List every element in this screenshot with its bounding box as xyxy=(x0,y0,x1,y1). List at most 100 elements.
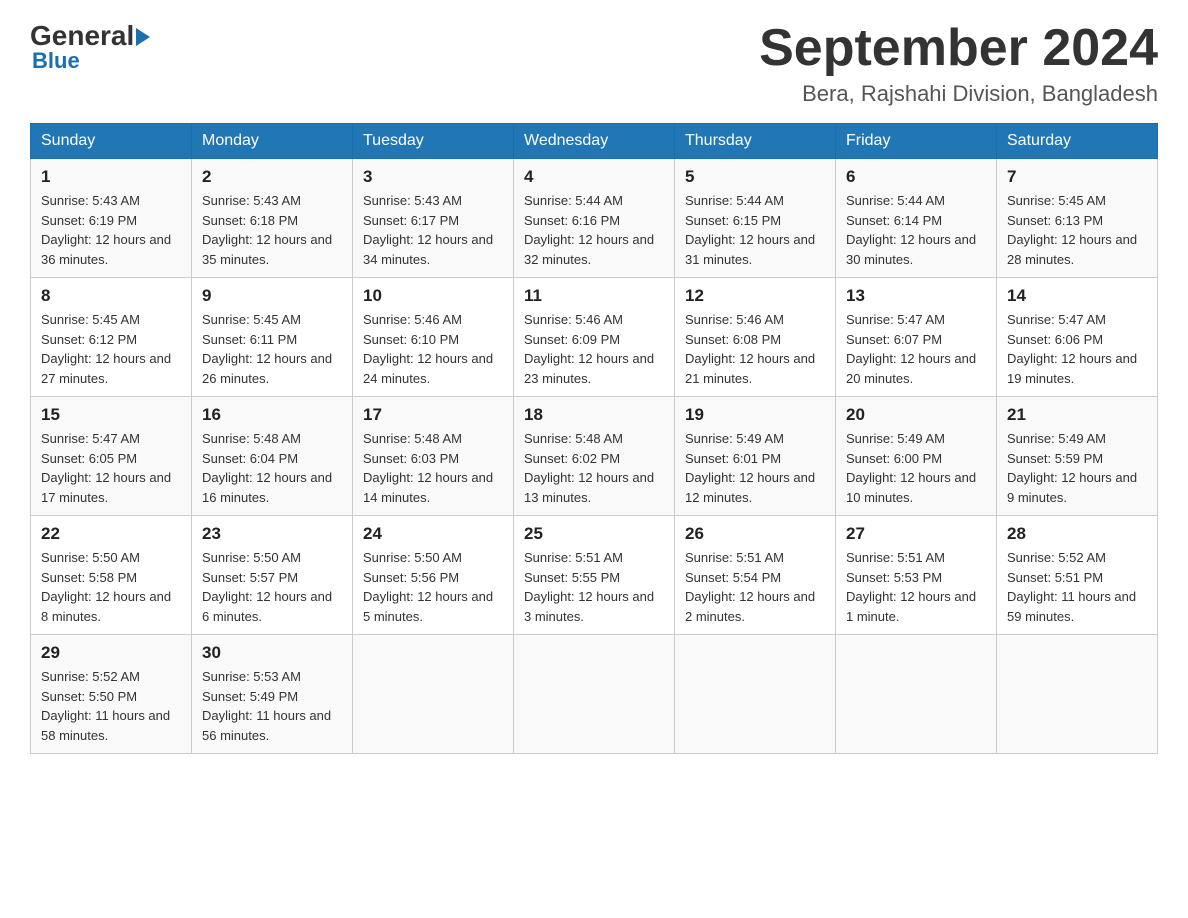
day-number: 7 xyxy=(1007,167,1147,187)
calendar-header-row: Sunday Monday Tuesday Wednesday Thursday… xyxy=(31,124,1158,159)
day-number: 13 xyxy=(846,286,986,306)
calendar-week-row: 1 Sunrise: 5:43 AMSunset: 6:19 PMDayligh… xyxy=(31,159,1158,278)
day-number: 1 xyxy=(41,167,181,187)
calendar-cell: 14 Sunrise: 5:47 AMSunset: 6:06 PMDaylig… xyxy=(997,278,1158,397)
day-number: 6 xyxy=(846,167,986,187)
calendar-cell: 3 Sunrise: 5:43 AMSunset: 6:17 PMDayligh… xyxy=(353,159,514,278)
calendar-cell xyxy=(514,635,675,754)
calendar-cell: 15 Sunrise: 5:47 AMSunset: 6:05 PMDaylig… xyxy=(31,397,192,516)
calendar-cell xyxy=(675,635,836,754)
day-info: Sunrise: 5:46 AMSunset: 6:08 PMDaylight:… xyxy=(685,310,825,388)
logo-triangle-icon xyxy=(136,28,150,46)
col-tuesday: Tuesday xyxy=(353,124,514,159)
calendar-week-row: 15 Sunrise: 5:47 AMSunset: 6:05 PMDaylig… xyxy=(31,397,1158,516)
day-info: Sunrise: 5:51 AMSunset: 5:54 PMDaylight:… xyxy=(685,548,825,626)
day-info: Sunrise: 5:50 AMSunset: 5:56 PMDaylight:… xyxy=(363,548,503,626)
title-section: September 2024 Bera, Rajshahi Division, … xyxy=(759,20,1158,107)
day-number: 24 xyxy=(363,524,503,544)
calendar-week-row: 8 Sunrise: 5:45 AMSunset: 6:12 PMDayligh… xyxy=(31,278,1158,397)
calendar-cell xyxy=(353,635,514,754)
day-info: Sunrise: 5:47 AMSunset: 6:05 PMDaylight:… xyxy=(41,429,181,507)
calendar-cell: 6 Sunrise: 5:44 AMSunset: 6:14 PMDayligh… xyxy=(836,159,997,278)
day-number: 5 xyxy=(685,167,825,187)
day-info: Sunrise: 5:51 AMSunset: 5:53 PMDaylight:… xyxy=(846,548,986,626)
calendar-cell: 9 Sunrise: 5:45 AMSunset: 6:11 PMDayligh… xyxy=(192,278,353,397)
calendar-cell xyxy=(836,635,997,754)
calendar-cell: 19 Sunrise: 5:49 AMSunset: 6:01 PMDaylig… xyxy=(675,397,836,516)
day-info: Sunrise: 5:45 AMSunset: 6:13 PMDaylight:… xyxy=(1007,191,1147,269)
day-info: Sunrise: 5:46 AMSunset: 6:10 PMDaylight:… xyxy=(363,310,503,388)
day-info: Sunrise: 5:48 AMSunset: 6:04 PMDaylight:… xyxy=(202,429,342,507)
day-info: Sunrise: 5:47 AMSunset: 6:07 PMDaylight:… xyxy=(846,310,986,388)
calendar-cell: 22 Sunrise: 5:50 AMSunset: 5:58 PMDaylig… xyxy=(31,516,192,635)
day-info: Sunrise: 5:50 AMSunset: 5:58 PMDaylight:… xyxy=(41,548,181,626)
calendar-cell: 29 Sunrise: 5:52 AMSunset: 5:50 PMDaylig… xyxy=(31,635,192,754)
day-number: 14 xyxy=(1007,286,1147,306)
day-number: 17 xyxy=(363,405,503,425)
day-number: 11 xyxy=(524,286,664,306)
day-number: 22 xyxy=(41,524,181,544)
calendar-cell: 13 Sunrise: 5:47 AMSunset: 6:07 PMDaylig… xyxy=(836,278,997,397)
calendar-cell: 8 Sunrise: 5:45 AMSunset: 6:12 PMDayligh… xyxy=(31,278,192,397)
calendar-cell: 20 Sunrise: 5:49 AMSunset: 6:00 PMDaylig… xyxy=(836,397,997,516)
day-number: 9 xyxy=(202,286,342,306)
day-number: 29 xyxy=(41,643,181,663)
col-monday: Monday xyxy=(192,124,353,159)
day-info: Sunrise: 5:51 AMSunset: 5:55 PMDaylight:… xyxy=(524,548,664,626)
day-info: Sunrise: 5:44 AMSunset: 6:14 PMDaylight:… xyxy=(846,191,986,269)
day-number: 28 xyxy=(1007,524,1147,544)
col-saturday: Saturday xyxy=(997,124,1158,159)
calendar-cell: 25 Sunrise: 5:51 AMSunset: 5:55 PMDaylig… xyxy=(514,516,675,635)
day-number: 2 xyxy=(202,167,342,187)
day-info: Sunrise: 5:45 AMSunset: 6:11 PMDaylight:… xyxy=(202,310,342,388)
logo-blue-text: Blue xyxy=(32,48,80,74)
col-thursday: Thursday xyxy=(675,124,836,159)
calendar-cell: 21 Sunrise: 5:49 AMSunset: 5:59 PMDaylig… xyxy=(997,397,1158,516)
day-number: 10 xyxy=(363,286,503,306)
day-number: 23 xyxy=(202,524,342,544)
day-info: Sunrise: 5:50 AMSunset: 5:57 PMDaylight:… xyxy=(202,548,342,626)
day-number: 4 xyxy=(524,167,664,187)
col-sunday: Sunday xyxy=(31,124,192,159)
calendar-cell: 23 Sunrise: 5:50 AMSunset: 5:57 PMDaylig… xyxy=(192,516,353,635)
location-subtitle: Bera, Rajshahi Division, Bangladesh xyxy=(759,81,1158,107)
day-number: 26 xyxy=(685,524,825,544)
day-number: 19 xyxy=(685,405,825,425)
calendar-week-row: 22 Sunrise: 5:50 AMSunset: 5:58 PMDaylig… xyxy=(31,516,1158,635)
day-info: Sunrise: 5:48 AMSunset: 6:02 PMDaylight:… xyxy=(524,429,664,507)
day-info: Sunrise: 5:52 AMSunset: 5:51 PMDaylight:… xyxy=(1007,548,1147,626)
day-number: 15 xyxy=(41,405,181,425)
day-info: Sunrise: 5:49 AMSunset: 6:01 PMDaylight:… xyxy=(685,429,825,507)
calendar-cell: 5 Sunrise: 5:44 AMSunset: 6:15 PMDayligh… xyxy=(675,159,836,278)
logo: General Blue xyxy=(30,20,150,74)
page-header: General Blue September 2024 Bera, Rajsha… xyxy=(30,20,1158,107)
day-info: Sunrise: 5:52 AMSunset: 5:50 PMDaylight:… xyxy=(41,667,181,745)
day-info: Sunrise: 5:47 AMSunset: 6:06 PMDaylight:… xyxy=(1007,310,1147,388)
day-number: 8 xyxy=(41,286,181,306)
day-number: 30 xyxy=(202,643,342,663)
calendar-week-row: 29 Sunrise: 5:52 AMSunset: 5:50 PMDaylig… xyxy=(31,635,1158,754)
day-info: Sunrise: 5:44 AMSunset: 6:15 PMDaylight:… xyxy=(685,191,825,269)
day-info: Sunrise: 5:53 AMSunset: 5:49 PMDaylight:… xyxy=(202,667,342,745)
calendar-cell: 26 Sunrise: 5:51 AMSunset: 5:54 PMDaylig… xyxy=(675,516,836,635)
day-number: 25 xyxy=(524,524,664,544)
calendar-cell: 11 Sunrise: 5:46 AMSunset: 6:09 PMDaylig… xyxy=(514,278,675,397)
day-info: Sunrise: 5:43 AMSunset: 6:19 PMDaylight:… xyxy=(41,191,181,269)
day-number: 18 xyxy=(524,405,664,425)
main-title: September 2024 xyxy=(759,20,1158,77)
day-number: 21 xyxy=(1007,405,1147,425)
calendar-cell: 1 Sunrise: 5:43 AMSunset: 6:19 PMDayligh… xyxy=(31,159,192,278)
col-friday: Friday xyxy=(836,124,997,159)
calendar-cell: 4 Sunrise: 5:44 AMSunset: 6:16 PMDayligh… xyxy=(514,159,675,278)
calendar-cell: 28 Sunrise: 5:52 AMSunset: 5:51 PMDaylig… xyxy=(997,516,1158,635)
calendar-cell: 27 Sunrise: 5:51 AMSunset: 5:53 PMDaylig… xyxy=(836,516,997,635)
calendar-cell: 24 Sunrise: 5:50 AMSunset: 5:56 PMDaylig… xyxy=(353,516,514,635)
calendar-cell xyxy=(997,635,1158,754)
day-info: Sunrise: 5:43 AMSunset: 6:17 PMDaylight:… xyxy=(363,191,503,269)
day-number: 16 xyxy=(202,405,342,425)
day-info: Sunrise: 5:46 AMSunset: 6:09 PMDaylight:… xyxy=(524,310,664,388)
day-info: Sunrise: 5:45 AMSunset: 6:12 PMDaylight:… xyxy=(41,310,181,388)
day-info: Sunrise: 5:49 AMSunset: 6:00 PMDaylight:… xyxy=(846,429,986,507)
col-wednesday: Wednesday xyxy=(514,124,675,159)
calendar-cell: 30 Sunrise: 5:53 AMSunset: 5:49 PMDaylig… xyxy=(192,635,353,754)
